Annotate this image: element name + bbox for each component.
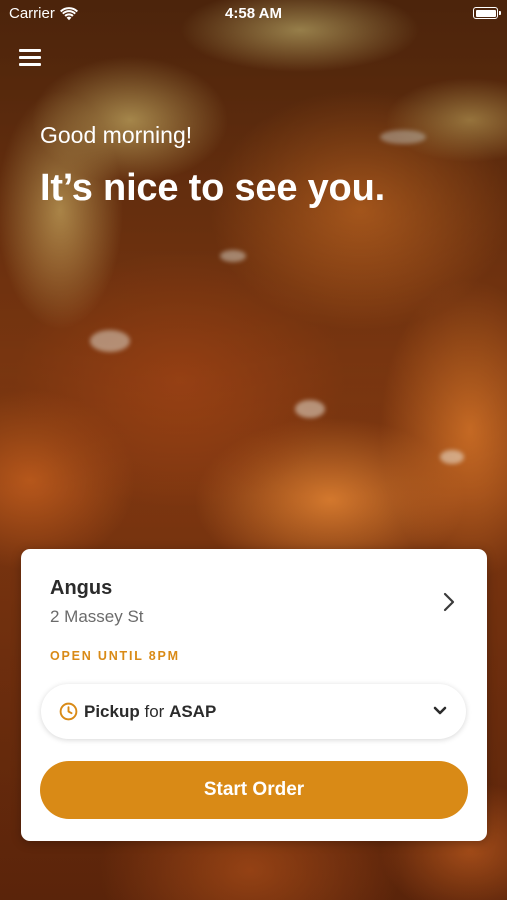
order-time: ASAP (169, 702, 217, 721)
welcome-headline: It’s nice to see you. (40, 167, 385, 209)
app-screen: Carrier 4:58 AM Good morning! It’s nice … (0, 0, 507, 900)
store-selector[interactable]: Angus 2 Massey St (21, 549, 487, 629)
greeting-text: Good morning! (40, 122, 193, 148)
start-order-button[interactable]: Start Order (40, 761, 468, 819)
battery-level (475, 9, 496, 17)
clock-time: 4:58 AM (225, 5, 282, 22)
order-connector: for (144, 702, 165, 721)
store-card: Angus 2 Massey St OPEN UNTIL 8PM Pickup … (21, 549, 487, 841)
hamburger-menu-icon[interactable] (19, 48, 41, 68)
order-type-label: Pickup for ASAP (84, 702, 216, 722)
store-hours-badge: OPEN UNTIL 8PM (50, 649, 180, 663)
order-mode: Pickup (84, 702, 140, 721)
battery-icon (473, 7, 501, 19)
status-bar: Carrier 4:58 AM (0, 0, 507, 28)
chevron-right-icon (443, 592, 455, 612)
store-name: Angus (50, 577, 113, 599)
chevron-down-icon (433, 706, 447, 715)
clock-icon (59, 702, 78, 721)
store-address: 2 Massey St (50, 607, 144, 626)
order-type-dropdown[interactable]: Pickup for ASAP (41, 684, 466, 739)
